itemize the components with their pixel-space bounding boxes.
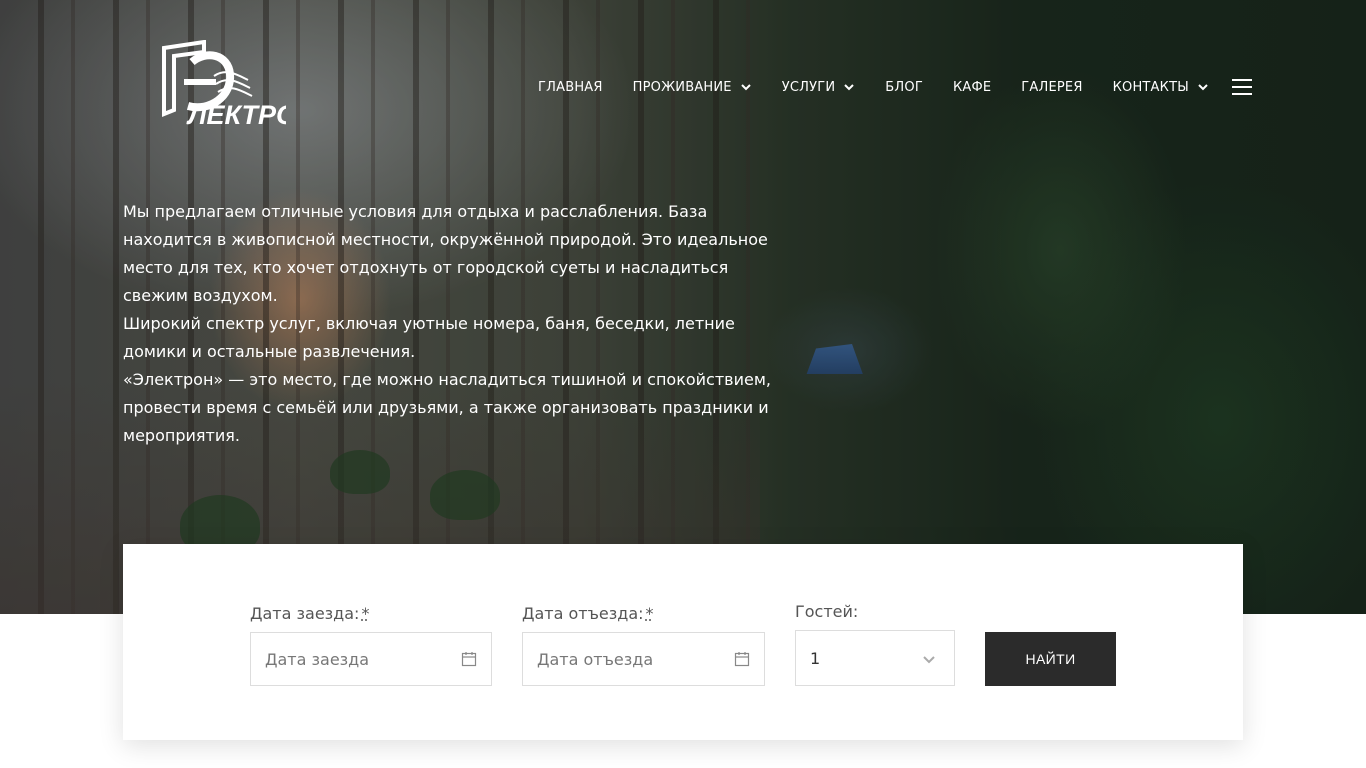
intro-paragraph: Широкий спектр услуг, включая уютные ном… <box>123 314 735 361</box>
main-nav: ГЛАВНАЯ ПРОЖИВАНИЕ УСЛУГИ БЛОГ КАФЕ ГАЛЕ… <box>538 76 1209 98</box>
site-logo[interactable]: ЛЕКТРОН <box>144 40 286 126</box>
guests-select[interactable]: 1 <box>795 630 955 686</box>
guests-label: Гостей: <box>795 602 859 621</box>
nav-item-label: УСЛУГИ <box>781 79 836 95</box>
nav-item-label: ПРОЖИВАНИЕ <box>632 79 732 95</box>
nav-item-services[interactable]: УСЛУГИ <box>782 80 856 95</box>
checkout-placeholder: Дата отъезда <box>537 649 654 669</box>
nav-item-label: ГЛАВНАЯ <box>538 79 603 95</box>
nav-item-gallery[interactable]: ГАЛЕРЕЯ <box>1021 80 1082 95</box>
nav-item-accommodation[interactable]: ПРОЖИВАНИЕ <box>633 80 752 95</box>
nav-item-label: КАФЕ <box>952 79 992 95</box>
required-mark: * <box>645 604 654 623</box>
nav-item-label: ГАЛЕРЕЯ <box>1021 79 1083 95</box>
guests-value: 1 <box>810 648 821 668</box>
checkin-field: Дата заезда: * <box>250 604 369 624</box>
checkout-label: Дата отъезда: * <box>522 604 654 624</box>
svg-text:ЛЕКТРОН: ЛЕКТРОН <box>186 100 286 126</box>
checkout-input[interactable]: Дата отъезда <box>522 632 765 686</box>
intro-paragraph: Мы предлагаем отличные условия для отдых… <box>123 202 768 305</box>
checkin-label: Дата заезда: * <box>250 604 369 624</box>
checkin-label-text: Дата заезда: <box>250 604 360 623</box>
chevron-down-icon <box>843 81 855 93</box>
nav-item-label: БЛОГ <box>885 79 923 95</box>
nav-item-home[interactable]: ГЛАВНАЯ <box>538 80 603 95</box>
nav-item-label: КОНТАКТЫ <box>1112 79 1189 95</box>
nav-item-blog[interactable]: БЛОГ <box>885 80 923 95</box>
logo-emblem-icon: ЛЕКТРОН <box>162 40 286 126</box>
required-mark: * <box>361 604 370 623</box>
chevron-down-icon <box>740 81 752 93</box>
find-button[interactable]: НАЙТИ <box>985 632 1116 686</box>
checkin-input[interactable]: Дата заезда <box>250 632 492 686</box>
nav-item-cafe[interactable]: КАФЕ <box>953 80 991 95</box>
hamburger-menu-icon[interactable] <box>1232 78 1252 96</box>
checkout-field: Дата отъезда: * <box>522 604 654 624</box>
chevron-down-icon <box>1197 81 1209 93</box>
checkin-placeholder: Дата заезда <box>265 649 370 669</box>
calendar-icon[interactable] <box>461 651 477 667</box>
nav-item-contacts[interactable]: КОНТАКТЫ <box>1113 80 1209 95</box>
booking-form: Дата заезда: * Дата заезда Дата отъезда: *… <box>123 544 1243 740</box>
intro-text: Мы предлагаем отличные условия для отдых… <box>123 198 783 450</box>
calendar-icon[interactable] <box>734 651 750 667</box>
guests-field: Гостей: <box>795 602 858 622</box>
chevron-down-icon <box>922 651 936 665</box>
intro-paragraph: «Электрон» — это место, где можно наслад… <box>123 370 771 445</box>
checkout-label-text: Дата отъезда: <box>522 604 644 623</box>
